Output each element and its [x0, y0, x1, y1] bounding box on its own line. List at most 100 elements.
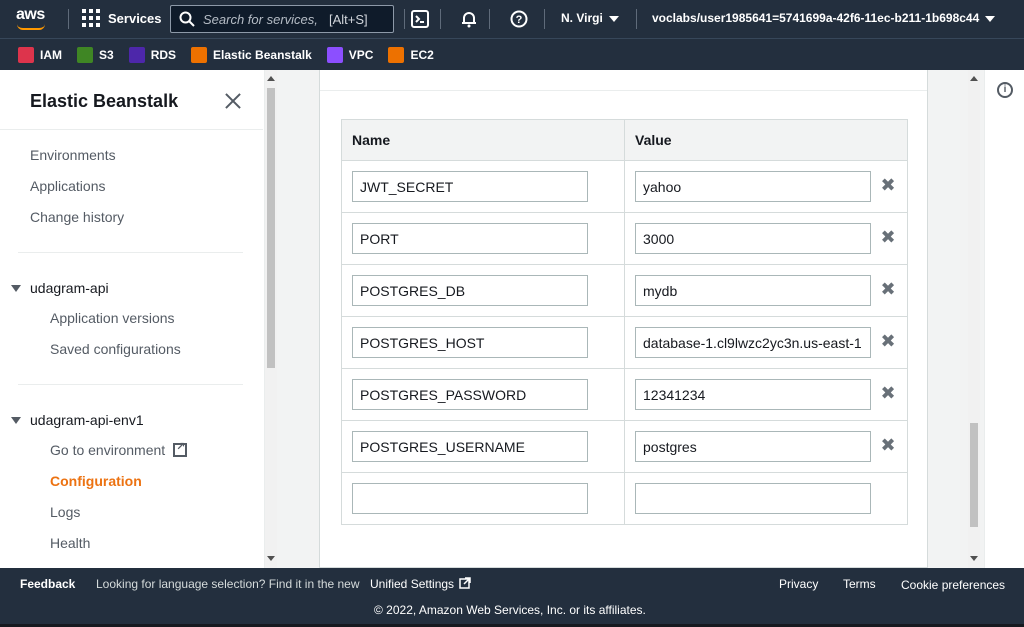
bell-icon[interactable]: [459, 9, 479, 29]
language-notice: Looking for language selection? Find it …: [96, 577, 360, 591]
sidebar-item-go-to-environment[interactable]: Go to environment: [50, 440, 188, 458]
scrollbar-thumb[interactable]: [970, 423, 978, 527]
property-value-input[interactable]: [635, 223, 871, 254]
property-value-input[interactable]: [635, 327, 871, 358]
ec2-icon: [388, 46, 405, 63]
favorite-vpc[interactable]: VPC: [326, 46, 374, 63]
favorite-rds[interactable]: RDS: [128, 46, 177, 63]
property-name-input[interactable]: [352, 379, 588, 410]
favorite-s3[interactable]: S3: [77, 46, 114, 63]
aws-logo[interactable]: aws: [14, 6, 54, 32]
table-row-empty: [341, 472, 908, 525]
scrollbar-thumb[interactable]: [267, 88, 275, 368]
remove-icon[interactable]: ✖: [879, 280, 897, 298]
remove-icon[interactable]: ✖: [879, 384, 897, 402]
scroll-up-icon[interactable]: [970, 76, 978, 81]
favorite-iam[interactable]: IAM: [18, 46, 62, 63]
search-input[interactable]: [203, 11, 321, 27]
property-name-input[interactable]: [352, 431, 588, 462]
column-header-name: Name: [341, 119, 625, 161]
cookie-preferences-link[interactable]: Cookie preferences: [901, 578, 1005, 592]
property-name-input[interactable]: [352, 327, 588, 358]
sidebar-scrollbar[interactable]: [265, 70, 277, 568]
table-row: ✖: [341, 212, 908, 265]
sidebar-group-application[interactable]: udagram-api: [30, 280, 109, 296]
main-content: Name Value ✖ ✖ ✖ ✖: [278, 70, 968, 568]
favorite-label: VPC: [348, 47, 374, 62]
property-value-input[interactable]: [635, 379, 871, 410]
scroll-down-icon[interactable]: [267, 556, 275, 561]
unified-settings-link[interactable]: Unified Settings: [370, 577, 472, 591]
nav-divider: [68, 9, 69, 29]
cloudshell-icon[interactable]: [410, 9, 430, 29]
scroll-down-icon[interactable]: [970, 556, 978, 561]
iam-icon: [18, 46, 34, 63]
nav-divider: [489, 9, 490, 29]
region-label: N. Virgi: [561, 11, 603, 25]
remove-icon[interactable]: ✖: [879, 228, 897, 246]
property-value-input[interactable]: [635, 431, 871, 462]
elastic-beanstalk-icon: [191, 46, 208, 63]
favorite-label: S3: [99, 47, 114, 62]
services-menu-button[interactable]: Services: [82, 9, 162, 27]
aws-logo-text: aws: [16, 6, 45, 23]
search-box[interactable]: [Alt+S]: [170, 5, 394, 33]
nav-divider: [544, 9, 545, 29]
terms-link[interactable]: Terms: [843, 577, 876, 591]
table-row: ✖: [341, 368, 908, 421]
table-row: ✖: [341, 160, 908, 213]
table-row: ✖: [341, 264, 908, 317]
favorite-label: EC2: [410, 47, 434, 62]
new-property-value-input[interactable]: [635, 483, 871, 514]
sidebar-item-applications[interactable]: Applications: [30, 178, 106, 194]
property-name-input[interactable]: [352, 223, 588, 254]
divider: [18, 384, 243, 385]
remove-icon[interactable]: ✖: [879, 332, 897, 350]
privacy-link[interactable]: Privacy: [779, 577, 818, 591]
sidebar-group-environment[interactable]: udagram-api-env1: [30, 412, 144, 428]
sidebar-item-configuration[interactable]: Configuration: [50, 473, 142, 489]
favorite-ec2[interactable]: EC2: [388, 46, 434, 63]
unified-settings-label: Unified Settings: [370, 577, 455, 591]
divider: [0, 129, 263, 130]
caret-down-icon[interactable]: [11, 285, 21, 292]
remove-icon[interactable]: ✖: [879, 436, 897, 454]
sidebar-item-change-history[interactable]: Change history: [30, 209, 124, 225]
favorite-label: RDS: [150, 47, 177, 62]
close-icon[interactable]: [224, 92, 242, 110]
sidebar-item-application-versions[interactable]: Application versions: [50, 310, 175, 326]
property-value-input[interactable]: [635, 275, 871, 306]
sidebar-item-environments[interactable]: Environments: [30, 147, 116, 163]
help-icon[interactable]: ?: [509, 9, 529, 29]
account-menu[interactable]: voclabs/user1985641=5741699a-42f6-11ec-b…: [652, 11, 996, 25]
search-shortcut: [Alt+S]: [329, 11, 368, 27]
nav-divider: [440, 9, 441, 29]
favorites-bar: IAM S3 RDS Elastic Beanstalk VPC EC2: [0, 38, 1024, 70]
nav-divider: [636, 9, 637, 29]
svg-text:?: ?: [516, 14, 523, 26]
sidebar: Elastic Beanstalk Environments Applicati…: [0, 70, 265, 568]
favorite-elastic-beanstalk[interactable]: Elastic Beanstalk: [191, 46, 312, 63]
caret-down-icon[interactable]: [11, 417, 21, 424]
copyright-text: © 2022, Amazon Web Services, Inc. or its…: [374, 603, 646, 617]
remove-icon[interactable]: ✖: [879, 176, 897, 194]
chevron-down-icon: [608, 15, 619, 22]
property-value-input[interactable]: [635, 171, 871, 202]
region-menu[interactable]: N. Virgi: [561, 11, 619, 25]
main-scrollbar[interactable]: [968, 70, 980, 568]
new-property-name-input[interactable]: [352, 483, 588, 514]
property-name-input[interactable]: [352, 275, 588, 306]
footer: Feedback Looking for language selection?…: [0, 568, 1024, 627]
property-name-input[interactable]: [352, 171, 588, 202]
sidebar-item-logs[interactable]: Logs: [50, 504, 80, 520]
sidebar-item-health[interactable]: Health: [50, 535, 90, 551]
environment-properties-table: Name Value ✖ ✖ ✖ ✖: [341, 119, 908, 525]
nav-divider: [404, 9, 405, 29]
info-icon[interactable]: i: [997, 82, 1013, 98]
feedback-link[interactable]: Feedback: [20, 577, 75, 591]
sidebar-item-saved-configurations[interactable]: Saved configurations: [50, 341, 181, 357]
scroll-up-icon[interactable]: [267, 76, 275, 81]
info-rail: i: [984, 70, 1024, 568]
sidebar-item-label: Go to environment: [50, 442, 166, 458]
top-navigation: aws Services [Alt+S] ? N. Virgi voclabs/…: [0, 0, 1024, 38]
